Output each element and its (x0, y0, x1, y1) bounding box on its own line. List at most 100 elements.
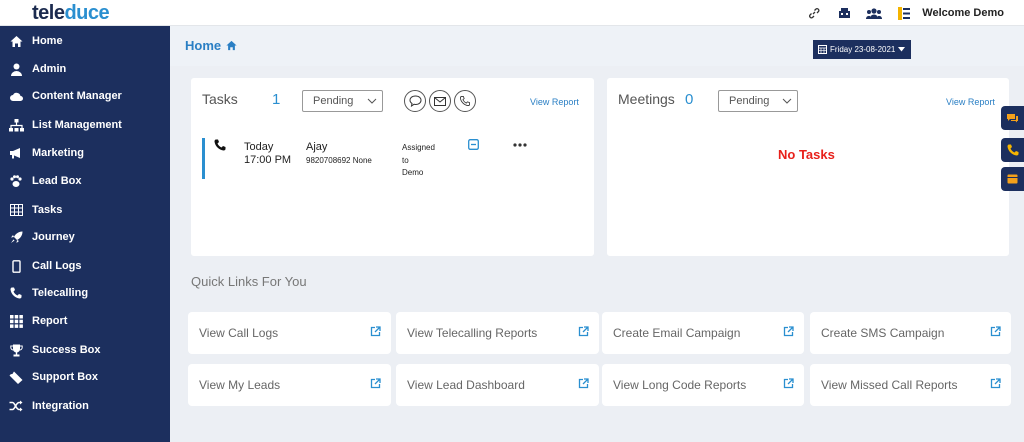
teleduce-logo[interactable]: teleduce (32, 2, 110, 25)
sidebar-item-label: Tasks (32, 204, 63, 216)
collapse-icon[interactable] (468, 139, 479, 150)
paw-icon (8, 173, 24, 189)
quick-link-view-telecalling-reports[interactable]: View Telecalling Reports (396, 312, 599, 354)
sitemap-icon (8, 117, 24, 133)
sidebar-item-marketing[interactable]: Marketing (0, 140, 170, 166)
external-link-icon (990, 378, 1001, 389)
task-assignee: Demo (402, 168, 424, 177)
date-picker-button[interactable]: Friday 23-08-2021 (813, 40, 911, 59)
sidebar-item-call-logs[interactable]: Call Logs (0, 253, 170, 279)
tasks-view-report-link[interactable]: View Report (530, 97, 579, 107)
quick-link-view-call-logs[interactable]: View Call Logs (188, 312, 391, 354)
breadcrumb[interactable]: Home (185, 38, 237, 53)
message-icon (1007, 174, 1018, 184)
caret-down-icon (898, 47, 906, 52)
logo-text-part2: duce (64, 2, 110, 24)
sidebar-item-label: Content Manager (32, 90, 122, 102)
sidebar-item-lead-box[interactable]: Lead Box (0, 168, 170, 194)
quick-link-view-lead-dashboard[interactable]: View Lead Dashboard (396, 364, 599, 406)
home-icon (8, 33, 24, 49)
sidebar-item-admin[interactable]: Admin (0, 56, 170, 82)
external-link-icon (578, 378, 589, 389)
sidebar-item-label: List Management (32, 119, 122, 131)
call-support-button[interactable] (1001, 138, 1024, 162)
quick-link-label: View Lead Dashboard (407, 378, 525, 392)
quick-link-label: View Long Code Reports (613, 378, 747, 392)
meetings-title: Meetings (618, 91, 675, 107)
home-icon (226, 40, 237, 51)
ticket-icon (8, 369, 24, 385)
meetings-status-select[interactable]: Pending (718, 90, 798, 112)
meetings-status-value: Pending (729, 95, 770, 107)
tasks-title: Tasks (202, 91, 238, 107)
link-icon[interactable] (806, 5, 822, 21)
building-icon[interactable] (836, 5, 852, 21)
call-button[interactable] (454, 90, 476, 112)
sidebar: Home Admin Content Manager List Manageme… (0, 26, 170, 442)
trophy-icon (8, 342, 24, 358)
external-link-icon (370, 326, 381, 337)
more-options-icon[interactable] (513, 143, 527, 147)
date-label: Friday 23-08-2021 (830, 45, 896, 54)
quick-link-create-sms-campaign[interactable]: Create SMS Campaign (810, 312, 1011, 354)
user-icon (8, 61, 24, 77)
tasks-status-select[interactable]: Pending (302, 90, 383, 112)
quick-link-label: View Telecalling Reports (407, 326, 538, 340)
tasks-count: 1 (272, 91, 281, 108)
external-link-icon (578, 326, 589, 337)
external-link-icon (370, 378, 381, 389)
task-contact-name: Ajay (306, 141, 328, 153)
sidebar-item-report[interactable]: Report (0, 308, 170, 334)
sidebar-item-label: Admin (32, 63, 67, 75)
sidebar-item-label: Support Box (32, 371, 98, 383)
chevron-down-icon (367, 98, 377, 104)
quick-link-create-email-campaign[interactable]: Create Email Campaign (602, 312, 804, 354)
email-button[interactable] (429, 90, 451, 112)
phone-icon (460, 96, 470, 106)
breadcrumb-home: Home (185, 38, 222, 53)
quick-link-label: View Missed Call Reports (821, 378, 958, 392)
welcome-user-menu[interactable]: Welcome Demo (922, 7, 1004, 19)
logo-text-part1: tele (32, 2, 65, 24)
sidebar-item-label: Journey (32, 231, 75, 243)
task-contact-phone: 9820708692 None (306, 156, 372, 165)
chat-button[interactable] (404, 90, 426, 112)
sidebar-item-label: Home (32, 35, 63, 47)
sidebar-item-label: Call Logs (32, 260, 82, 272)
profile-icon[interactable] (896, 5, 912, 21)
quick-link-label: Create Email Campaign (613, 326, 741, 340)
quick-link-view-my-leads[interactable]: View My Leads (188, 364, 391, 406)
phone-icon (1007, 144, 1018, 156)
task-assigned-to: to (402, 156, 409, 165)
task-assigned-label: Assigned (402, 143, 435, 152)
message-support-button[interactable] (1001, 167, 1024, 191)
sidebar-item-home[interactable]: Home (0, 28, 170, 54)
sidebar-item-content-manager[interactable]: Content Manager (0, 83, 170, 109)
table-icon (8, 202, 24, 218)
meetings-card: Meetings 0 Pending View Report No Tasks (607, 78, 1009, 256)
sidebar-item-tasks[interactable]: Tasks (0, 197, 170, 223)
external-link-icon (783, 378, 794, 389)
sidebar-item-label: Telecalling (32, 287, 89, 299)
chat-support-button[interactable] (1001, 106, 1024, 130)
sidebar-item-integration[interactable]: Integration (0, 393, 170, 419)
quick-link-view-missed-call-reports[interactable]: View Missed Call Reports (810, 364, 1011, 406)
task-time: 17:00 PM (244, 154, 292, 166)
quick-link-view-long-code-reports[interactable]: View Long Code Reports (602, 364, 804, 406)
rocket-icon (8, 229, 24, 245)
meetings-empty-message: No Tasks (778, 147, 835, 162)
sidebar-item-journey[interactable]: Journey (0, 224, 170, 250)
task-row[interactable]: Today 17:00 PM Ajay 9820708692 None Assi… (202, 138, 582, 180)
users-icon[interactable] (866, 5, 883, 21)
chevron-down-icon (782, 98, 792, 104)
sidebar-item-label: Marketing (32, 147, 84, 159)
sidebar-item-support-box[interactable]: Support Box (0, 364, 170, 390)
sidebar-item-label: Success Box (32, 344, 101, 356)
meetings-view-report-link[interactable]: View Report (946, 97, 995, 107)
quick-link-label: Create SMS Campaign (821, 326, 945, 340)
sidebar-item-list-management[interactable]: List Management (0, 112, 170, 138)
sidebar-item-telecalling[interactable]: Telecalling (0, 280, 170, 306)
grid-icon (8, 313, 24, 329)
sidebar-item-label: Report (32, 315, 68, 327)
sidebar-item-success-box[interactable]: Success Box (0, 337, 170, 363)
